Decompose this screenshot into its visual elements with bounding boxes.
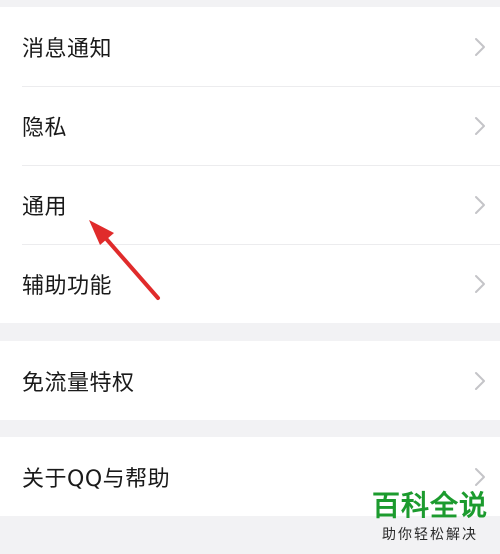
settings-screen: 消息通知 隐私 通用 辅助功能 免流量特权 关于QQ与帮助 百科全说 助你轻松解… [0, 0, 500, 554]
settings-item-label: 关于QQ与帮助 [22, 466, 171, 492]
settings-item-label: 隐私 [22, 115, 68, 141]
settings-group-about: 关于QQ与帮助 [0, 437, 500, 516]
settings-item-data-privilege[interactable]: 免流量特权 [0, 341, 500, 420]
settings-item-label: 通用 [22, 194, 68, 220]
chevron-right-icon [475, 195, 485, 214]
settings-item-accessibility[interactable]: 辅助功能 [0, 244, 500, 323]
settings-item-about-help[interactable]: 关于QQ与帮助 [0, 437, 500, 516]
settings-item-label: 免流量特权 [22, 370, 135, 396]
chevron-right-icon [475, 467, 485, 486]
settings-item-privacy[interactable]: 隐私 [0, 86, 500, 165]
settings-item-general[interactable]: 通用 [0, 165, 500, 244]
settings-item-label: 消息通知 [22, 36, 113, 62]
settings-group-data: 免流量特权 [0, 341, 500, 420]
settings-item-label: 辅助功能 [22, 273, 113, 299]
chevron-right-icon [475, 371, 485, 390]
settings-item-notifications[interactable]: 消息通知 [0, 7, 500, 86]
chevron-right-icon [475, 37, 485, 56]
watermark-subtitle: 助你轻松解决 [381, 527, 478, 543]
chevron-right-icon [475, 116, 485, 135]
settings-group-general: 消息通知 隐私 通用 辅助功能 [0, 7, 500, 323]
chevron-right-icon [475, 274, 485, 293]
